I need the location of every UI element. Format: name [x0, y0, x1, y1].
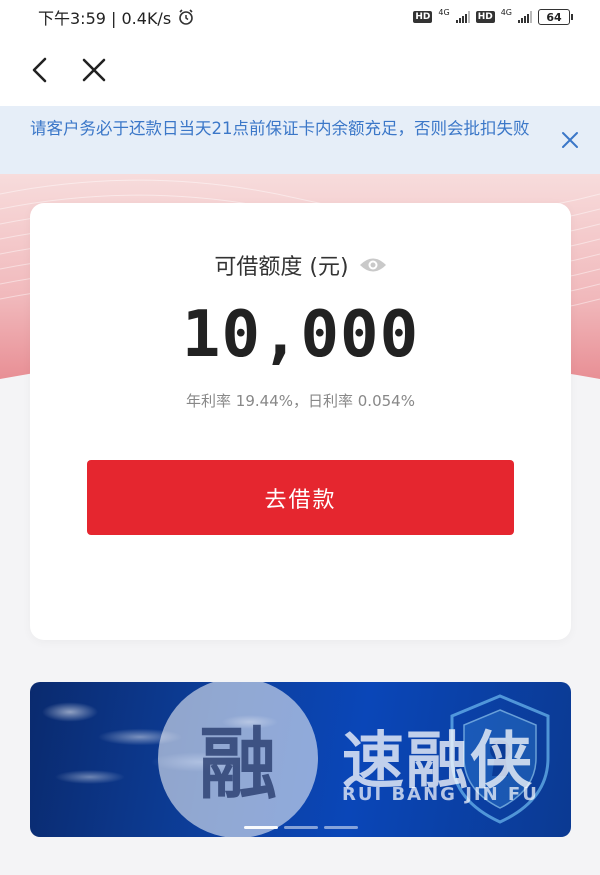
notice-close-button[interactable] [558, 128, 582, 152]
back-button[interactable] [24, 54, 56, 86]
hd-badge: HD [413, 11, 433, 23]
watermark-logo-char: 融 [198, 720, 277, 810]
network-type: 4G [500, 8, 512, 17]
interest-rates: 年利率 19.44%，日利率 0.054% [186, 392, 415, 410]
hd-badge: HD [475, 11, 495, 23]
credit-amount: 10,000 [181, 298, 420, 372]
credit-label: 可借额度 (元) [214, 255, 349, 280]
battery-icon: 64 [538, 9, 573, 25]
pager-dot[interactable] [283, 826, 318, 829]
chevron-left-icon [32, 57, 47, 83]
battery-level: 64 [546, 10, 562, 24]
close-button[interactable] [78, 54, 110, 86]
pager-dot[interactable] [323, 826, 358, 829]
signal-icon [455, 11, 470, 23]
watermark-logo: 融 [158, 682, 318, 837]
credit-label-row: 可借额度 (元) [30, 249, 571, 281]
alarm-icon [179, 9, 193, 25]
nav-bar [0, 34, 600, 106]
status-left: 下午3:59 | 0.4K/s [38, 5, 195, 29]
banner-pager [30, 826, 571, 829]
close-icon [562, 132, 578, 148]
credit-card: 可借额度 (元) 10,000 年利率 19.44%，日利率 0.054% 去借… [30, 203, 571, 640]
close-icon [82, 58, 106, 82]
notice-text: 请客户务必于还款日当天21点前保证卡内余额充足，否则会批扣失败 [30, 119, 530, 138]
repayment-notice: 请客户务必于还款日当天21点前保证卡内余额充足，否则会批扣失败 [0, 106, 600, 174]
borrow-button[interactable]: 去借款 [87, 460, 514, 535]
eye-icon[interactable] [359, 256, 387, 274]
pager-dot[interactable] [243, 826, 278, 829]
watermark-brand-pinyin: RUI BANG JIN FU [342, 784, 539, 805]
network-type: 4G [438, 8, 450, 17]
status-time-speed: 下午3:59 | 0.4K/s [38, 9, 172, 28]
promo-banner[interactable]: 融 速融侠 RUI BANG JIN FU [30, 682, 571, 837]
status-right: HD 4G HD 4G 64 [413, 8, 573, 25]
signal-icon [518, 11, 532, 23]
status-bar: 下午3:59 | 0.4K/s HD 4G HD 4G 64 [0, 0, 600, 34]
